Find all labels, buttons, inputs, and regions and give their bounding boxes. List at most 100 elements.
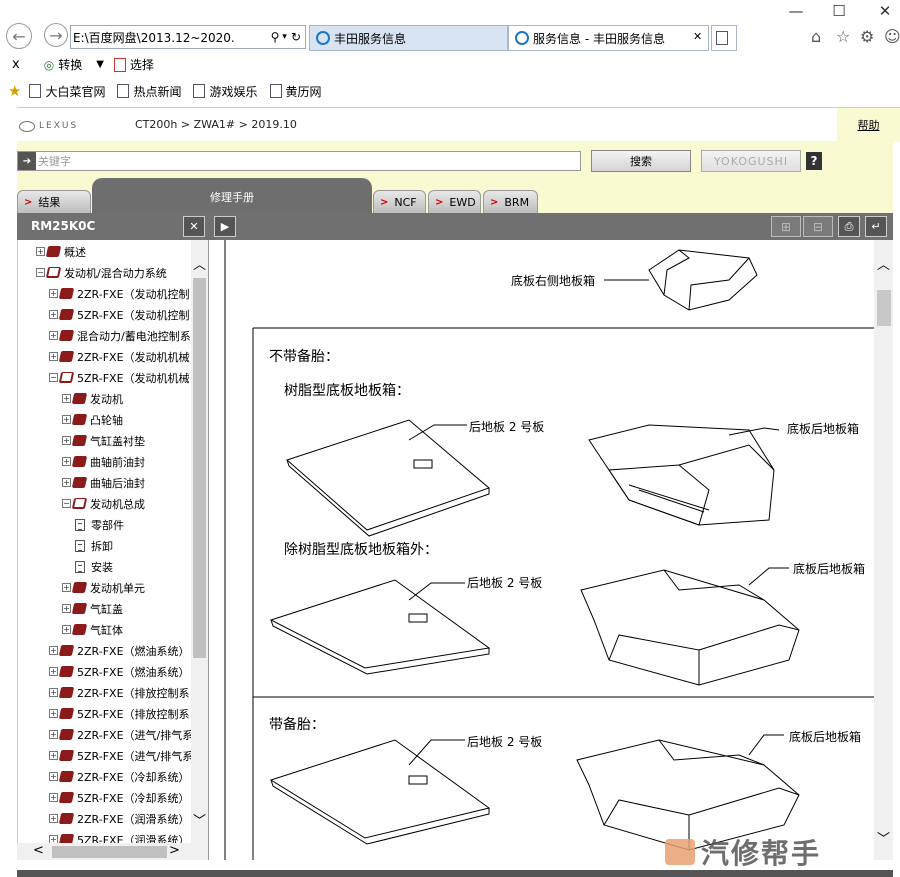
scroll-up-icon[interactable]: ︿ (877, 254, 890, 273)
search-icon[interactable]: ⚲ (271, 30, 280, 44)
maximize-button[interactable]: ☐ (828, 2, 850, 20)
content-scroll-thumb[interactable] (877, 290, 891, 326)
tree-node[interactable]: +5ZR-FXE（燃油系统） (49, 661, 190, 682)
tree-node[interactable]: + 混合动力/蓄电池控制系 (49, 325, 191, 346)
tree-node[interactable]: + 气缸盖衬垫 (62, 430, 145, 451)
new-tab-button[interactable] (711, 25, 737, 51)
minimize-button[interactable]: — (785, 2, 807, 20)
print-button[interactable]: ⎙ (838, 216, 860, 237)
collapse-icon[interactable]: − (49, 373, 58, 382)
expand-icon[interactable]: + (49, 688, 58, 697)
close-tab-icon[interactable]: ✕ (693, 30, 702, 43)
scroll-up-icon[interactable]: ︿ (193, 254, 206, 273)
fav-item[interactable]: 热点新闻 (117, 83, 181, 100)
tree-node[interactable]: + 曲轴前油封 (62, 451, 145, 472)
tree-node[interactable]: − 5ZR-FXE（发动机机械 (49, 367, 190, 388)
dropdown-icon[interactable]: ▾ (282, 32, 287, 42)
tree-node[interactable]: +2ZR-FXE（冷却系统） (49, 766, 190, 787)
close-panel-button[interactable]: ✕ (183, 216, 205, 237)
expand-icon[interactable]: + (62, 625, 71, 634)
forward-button[interactable]: → (44, 23, 68, 47)
convert-dropdown-icon[interactable]: ▼ (96, 59, 104, 70)
expand-icon[interactable]: + (49, 331, 58, 340)
refresh-icon[interactable]: ↻ (291, 30, 301, 44)
expand-icon[interactable]: + (49, 352, 58, 361)
tree-node[interactable]: +2ZR-FXE（进气/排气系 (49, 724, 193, 745)
yokogushi-button[interactable]: YOKOGUSHI (701, 150, 801, 172)
zoom-in-button[interactable]: ⊞ (771, 216, 801, 237)
tab-ewd[interactable]: > EWD (428, 190, 481, 213)
expand-icon[interactable]: + (49, 310, 58, 319)
tree-node[interactable]: + 发动机 (62, 388, 123, 409)
expand-icon[interactable]: + (49, 772, 58, 781)
expand-icon[interactable]: + (62, 583, 71, 592)
tree-node[interactable]: +5ZR-FXE（冷却系统） (49, 787, 190, 808)
expand-icon[interactable]: + (62, 394, 71, 403)
expand-panel-button[interactable]: ▶ (214, 216, 236, 237)
scroll-right-icon[interactable]: > (169, 843, 180, 858)
expand-icon[interactable]: + (36, 247, 45, 256)
scroll-left-icon[interactable]: < (33, 843, 44, 858)
expand-icon[interactable]: + (49, 646, 58, 655)
expand-icon[interactable]: + (49, 289, 58, 298)
help-link[interactable]: 帮助 (837, 108, 900, 142)
close-command-bar[interactable]: x (12, 57, 20, 72)
fav-item[interactable]: 大白菜官网 (29, 83, 105, 100)
expand-icon[interactable]: + (49, 667, 58, 676)
tree-node[interactable]: +2ZR-FXE（燃油系统） (49, 640, 190, 661)
back-button[interactable]: ← (6, 23, 32, 49)
expand-icon[interactable]: + (49, 814, 58, 823)
tab-ncf[interactable]: > NCF (373, 190, 426, 213)
tree-node[interactable]: + 发动机单元 (62, 577, 145, 598)
tree-node[interactable]: + 凸轮轴 (62, 409, 123, 430)
help-question-button[interactable]: ? (806, 152, 822, 170)
expand-icon[interactable]: + (62, 604, 71, 613)
tree-node[interactable]: +5ZR-FXE（进气/排气系 (49, 745, 193, 766)
expand-icon[interactable]: + (62, 415, 71, 424)
expand-icon[interactable]: + (62, 478, 71, 487)
scroll-down-icon[interactable]: ﹀ (193, 810, 206, 829)
expand-icon[interactable]: + (49, 709, 58, 718)
expand-icon[interactable]: + (62, 436, 71, 445)
expand-icon[interactable]: + (49, 793, 58, 802)
collapse-icon[interactable]: − (62, 499, 71, 508)
tab-repair-manual[interactable]: 修理手册 (92, 178, 372, 213)
tree-node[interactable]: +2ZR-FXE（发动机控制 (49, 283, 190, 304)
return-button[interactable]: ↵ (865, 216, 887, 237)
search-input[interactable]: ➔ 关键字 (17, 151, 581, 171)
tree-node[interactable]: 拆卸 (75, 535, 113, 556)
tree-node[interactable]: − 发动机总成 (62, 493, 145, 514)
tree-node[interactable]: +2ZR-FXE（发动机机械 (49, 346, 190, 367)
expand-icon[interactable]: + (62, 457, 71, 466)
address-bar[interactable]: E:\百度网盘\2013.12~2020. ⚲ ▾ ↻ (70, 25, 306, 49)
fav-item[interactable]: 游戏娱乐 (193, 83, 258, 100)
tree-node[interactable]: +2ZR-FXE（润滑系统） (49, 808, 190, 829)
browser-tab-1[interactable]: 丰田服务信息 (309, 25, 508, 51)
close-window-button[interactable]: ✕ (874, 2, 896, 20)
smiley-icon[interactable]: ☺ (884, 27, 900, 46)
content-vertical-scrollbar[interactable]: ︿ ﹀ (874, 240, 893, 860)
tree-node[interactable]: +5ZR-FXE（排放控制系 (49, 703, 190, 724)
browser-tab-2[interactable]: 服务信息 - 丰田服务信息 ✕ (508, 25, 709, 51)
search-button[interactable]: 搜索 (591, 150, 691, 172)
tree-node[interactable]: − 发动机/混合动力系统 (36, 262, 167, 283)
tree-node[interactable]: 安装 (75, 556, 113, 577)
tree-node[interactable]: + 气缸盖 (62, 598, 123, 619)
select-button[interactable]: 选择 (130, 56, 154, 73)
favorites-icon[interactable]: ★ (8, 82, 21, 100)
zoom-out-button[interactable]: ⊟ (803, 216, 833, 237)
gear-icon[interactable]: ⚙ (860, 27, 874, 46)
collapse-icon[interactable]: − (36, 268, 45, 277)
tab-brm[interactable]: > BRM (483, 190, 538, 213)
convert-button[interactable]: 转换 (58, 56, 82, 73)
favorites-star-icon[interactable]: ☆ (836, 27, 850, 46)
tree-node[interactable]: + 曲轴后油封 (62, 472, 145, 493)
tree-node[interactable]: + 概述 (36, 241, 86, 262)
tree-node[interactable]: + 气缸体 (62, 619, 123, 640)
tree-node[interactable]: 零部件 (75, 514, 124, 535)
fav-item[interactable]: 黄历网 (269, 83, 322, 100)
tab-results[interactable]: > 结果 (17, 190, 91, 213)
tree-scroll-thumb[interactable] (193, 278, 206, 658)
expand-icon[interactable]: + (49, 730, 58, 739)
home-icon[interactable]: ⌂ (811, 27, 821, 46)
